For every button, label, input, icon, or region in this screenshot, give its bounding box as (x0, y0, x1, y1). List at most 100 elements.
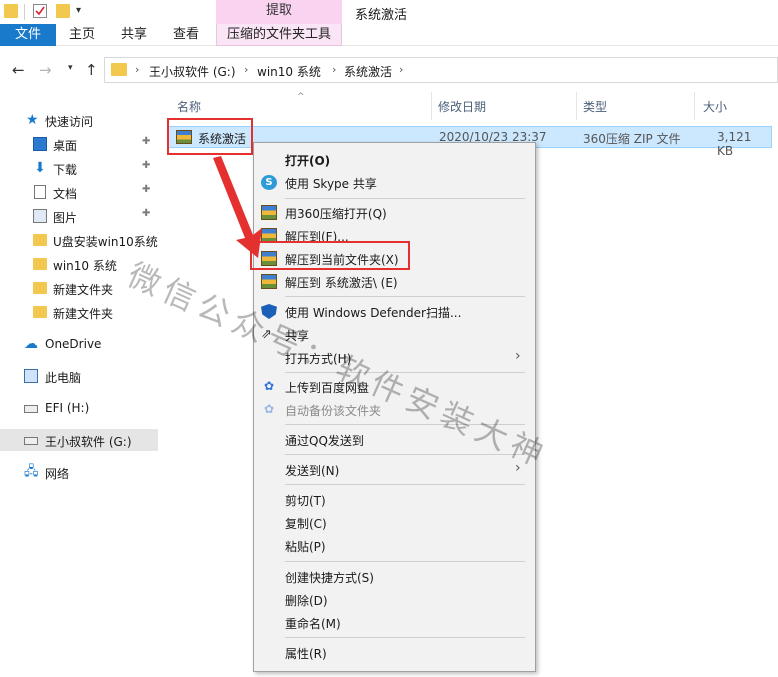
sidebar-item-downloads[interactable]: ⬇ 下载 ✚ (0, 157, 158, 179)
sidebar-item-documents[interactable]: 文档 ✚ (0, 181, 158, 203)
sidebar-item-this-pc[interactable]: 此电脑 (0, 365, 158, 387)
customize-toolbar-chevron-icon[interactable]: ▾ (76, 5, 81, 16)
menu-item-label: 共享 (285, 329, 310, 343)
menu-item-cut[interactable]: 剪切(T) (254, 488, 535, 511)
zip-archive-icon (261, 274, 277, 289)
breadcrumb-chevron-icon[interactable]: › (135, 63, 139, 76)
breadcrumb-current[interactable]: 系统激活 (344, 63, 392, 80)
sidebar-item-label: 下载 (53, 163, 78, 177)
properties-check-icon[interactable] (33, 4, 47, 18)
menu-item-copy[interactable]: 复制(C) (254, 511, 535, 534)
extract-context-group: 提取 (216, 0, 342, 24)
menu-item-share[interactable]: ⇗ 共享 (254, 323, 535, 346)
share-icon: ⇗ (261, 327, 272, 342)
menu-item-label: 删除(D) (285, 594, 328, 608)
menu-item-open-with[interactable]: 打开方式(H) › (254, 346, 535, 369)
navigation-pane: ★ 快速访问 桌面 ✚ ⬇ 下载 ✚ 文档 ✚ 图片 ✚ U盘安装win10系统… (0, 104, 158, 677)
menu-separator (285, 424, 525, 425)
desktop-icon (33, 137, 47, 151)
skype-icon: S (261, 175, 277, 190)
menu-item-label: 粘贴(P) (285, 540, 326, 554)
drive-icon (24, 405, 38, 413)
column-divider[interactable] (576, 92, 577, 120)
breadcrumb-chevron-icon[interactable]: › (244, 63, 248, 76)
address-bar[interactable]: › 王小叔软件 (G:) › win10 系统 › 系统激活 › (104, 57, 778, 83)
baidu-netdisk-icon: ✿ (263, 379, 275, 393)
sidebar-item-win10-folder[interactable]: win10 系统 (0, 253, 158, 275)
sidebar-item-drive-g[interactable]: 王小叔软件 (G:) (0, 429, 158, 451)
menu-item-properties[interactable]: 属性(R) (254, 641, 535, 664)
folder-icon (33, 234, 47, 246)
menu-item-upload-baidu[interactable]: ✿ 上传到百度网盘 (254, 375, 535, 398)
toolbar-divider (24, 4, 25, 20)
sidebar-item-efi-drive[interactable]: EFI (H:) (0, 397, 158, 419)
menu-item-create-shortcut[interactable]: 创建快捷方式(S) (254, 565, 535, 588)
column-name[interactable]: 名称 (177, 98, 201, 115)
highlight-box-file (167, 118, 253, 155)
menu-item-label: 属性(R) (285, 647, 327, 661)
menu-item-label: 打开方式(H) (285, 352, 352, 366)
menu-item-delete[interactable]: 删除(D) (254, 588, 535, 611)
menu-item-send-qq[interactable]: 通过QQ发送到 (254, 428, 535, 451)
menu-item-label: 剪切(T) (285, 494, 326, 508)
breadcrumb-drive[interactable]: 王小叔软件 (G:) (149, 63, 236, 80)
breadcrumb-chevron-icon[interactable]: › (332, 63, 336, 76)
recent-locations-chevron-icon[interactable]: ▾ (68, 63, 73, 73)
sidebar-item-label: 新建文件夹 (53, 307, 114, 321)
sidebar-item-new-folder-2[interactable]: 新建文件夹 (0, 301, 158, 323)
zip-archive-icon (261, 205, 277, 220)
up-arrow-icon[interactable]: ↑ (85, 61, 98, 79)
sidebar-item-label: 此电脑 (45, 371, 82, 385)
breadcrumb-folder[interactable]: win10 系统 (257, 63, 321, 80)
menu-item-defender-scan[interactable]: 使用 Windows Defender扫描... (254, 300, 535, 323)
column-modified[interactable]: 修改日期 (438, 98, 486, 115)
window-title: 系统激活 (355, 8, 408, 23)
sidebar-item-label: OneDrive (45, 337, 102, 351)
sidebar-item-new-folder[interactable]: 新建文件夹 (0, 277, 158, 299)
column-divider[interactable] (694, 92, 695, 120)
pin-icon: ✚ (142, 136, 151, 147)
menu-item-open[interactable]: 打开(O) (254, 148, 535, 171)
sidebar-item-usb-install-folder[interactable]: U盘安装win10系统 (0, 229, 158, 251)
menu-item-open-360[interactable]: 用360压缩打开(Q) (254, 201, 535, 224)
menu-separator (285, 198, 525, 199)
sidebar-item-pictures[interactable]: 图片 ✚ (0, 205, 158, 227)
pin-icon: ✚ (142, 160, 151, 171)
menu-item-rename[interactable]: 重命名(M) (254, 611, 535, 634)
new-folder-icon[interactable] (56, 4, 70, 18)
tab-compressed-folder-tools[interactable]: 压缩的文件夹工具 (216, 24, 342, 46)
pin-icon: ✚ (142, 184, 151, 195)
back-arrow-icon[interactable]: ← (12, 61, 25, 79)
menu-item-skype-share[interactable]: S 使用 Skype 共享 (254, 171, 535, 194)
tab-home[interactable]: 主页 (60, 24, 104, 46)
menu-item-send-to[interactable]: 发送到(N) › (254, 458, 535, 481)
menu-item-label: 上传到百度网盘 (285, 381, 370, 395)
menu-item-paste[interactable]: 粘贴(P) (254, 534, 535, 557)
sidebar-item-onedrive[interactable]: ☁ OneDrive (0, 333, 158, 355)
menu-item-extract-to-folder[interactable]: 解压到 系统激活\ (E) (254, 270, 535, 293)
tab-share[interactable]: 共享 (112, 24, 156, 46)
chevron-right-icon: › (515, 460, 521, 476)
computer-icon (24, 369, 38, 383)
cloud-icon: ☁ (24, 336, 38, 352)
folder-icon (33, 282, 47, 294)
menu-item-label: 用360压缩打开(Q) (285, 207, 387, 221)
tab-file[interactable]: 文件 (0, 24, 56, 46)
menu-item-label: 发送到(N) (285, 464, 340, 478)
column-size[interactable]: 大小 (703, 98, 727, 115)
forward-arrow-icon[interactable]: → (39, 61, 52, 79)
menu-separator (285, 561, 525, 562)
sidebar-item-network[interactable]: 🖧 网络 (0, 461, 158, 483)
column-type[interactable]: 类型 (583, 98, 607, 115)
sidebar-item-desktop[interactable]: 桌面 ✚ (0, 133, 158, 155)
tab-view[interactable]: 查看 (164, 24, 208, 46)
folder-icon[interactable] (4, 4, 18, 18)
sidebar-item-quick-access[interactable]: ★ 快速访问 (0, 109, 158, 131)
breadcrumb-chevron-icon[interactable]: › (399, 63, 403, 76)
column-divider[interactable] (431, 92, 432, 120)
menu-item-label: 打开(O) (285, 154, 331, 168)
picture-icon (33, 209, 47, 223)
baidu-netdisk-icon: ✿ (263, 402, 275, 416)
highlight-box-extract-here (250, 241, 410, 270)
file-type: 360压缩 ZIP 文件 (583, 132, 681, 146)
